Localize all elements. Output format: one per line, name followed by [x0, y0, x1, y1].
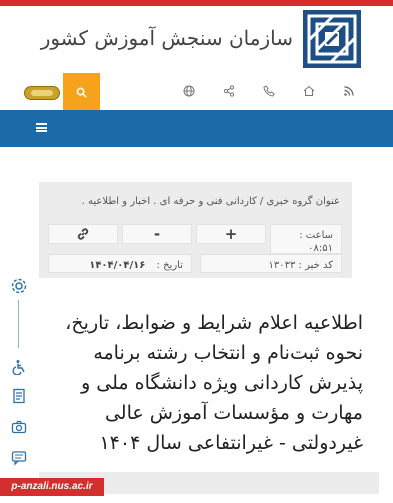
emblem-badge[interactable]: [24, 86, 60, 100]
news-info-box: عنوان گروه خبری / کاردانی فنی و حرفه ای …: [39, 182, 352, 278]
link-icon: [77, 228, 89, 240]
decrease-font-button[interactable]: -: [122, 224, 192, 244]
time-label: ساعت :: [299, 230, 333, 241]
side-divider: [18, 300, 19, 348]
org-title: سازمان سنجش آموزش کشور: [40, 26, 293, 50]
increase-font-button[interactable]: +: [196, 224, 266, 244]
news-headline: اطلاعیه اعلام شرایط و ضوابط، تاریخ، نحوه…: [45, 308, 363, 458]
main-navbar: [0, 110, 393, 147]
chat-icon[interactable]: [10, 449, 28, 467]
news-date: تاریخ : ۱۴۰۴/۰۴/۱۶: [48, 254, 192, 273]
camera-icon[interactable]: [10, 418, 28, 436]
home-icon[interactable]: [302, 84, 316, 98]
hamburger-menu-button[interactable]: [36, 123, 47, 132]
top-accent-line: [0, 0, 393, 6]
rss-icon[interactable]: [342, 84, 356, 98]
headline-line: مهارت و مؤسسات آموزش عالی: [104, 402, 363, 424]
search-icon: [76, 87, 87, 98]
settings-icon[interactable]: [10, 277, 28, 295]
site-url-badge[interactable]: p-anzali.nus.ac.ir: [0, 478, 104, 496]
headline-line: غیردولتی - غیرانتفاعی سال ۱۴۰۴: [99, 432, 363, 454]
copy-link-button[interactable]: [48, 224, 118, 244]
news-time: ساعت : ۰۸:۵۱: [270, 224, 342, 254]
headline-line: پذیرش کاردانی ویژه دانشگاه ملی و: [81, 372, 363, 394]
phone-icon[interactable]: [262, 84, 276, 98]
news-breadcrumb[interactable]: عنوان گروه خبری / کاردانی فنی و حرفه ای …: [82, 196, 340, 207]
news-code: کد خبر : ۱۳۰۳۳: [200, 254, 342, 273]
globe-icon[interactable]: [182, 84, 196, 98]
sanjesh-logo-icon: [303, 10, 361, 68]
headline-line: اطلاعیه اعلام شرایط و ضوابط، تاریخ،: [65, 312, 363, 334]
search-button[interactable]: [63, 73, 100, 111]
document-icon[interactable]: [10, 387, 28, 405]
site-logo[interactable]: سازمان سنجش آموزش کشور: [41, 10, 361, 70]
share-icon[interactable]: [222, 84, 236, 98]
headline-line: نحوه ثبت‌نام و انتخاب رشته برنامه: [93, 342, 363, 364]
accessibility-icon[interactable]: [10, 358, 28, 376]
